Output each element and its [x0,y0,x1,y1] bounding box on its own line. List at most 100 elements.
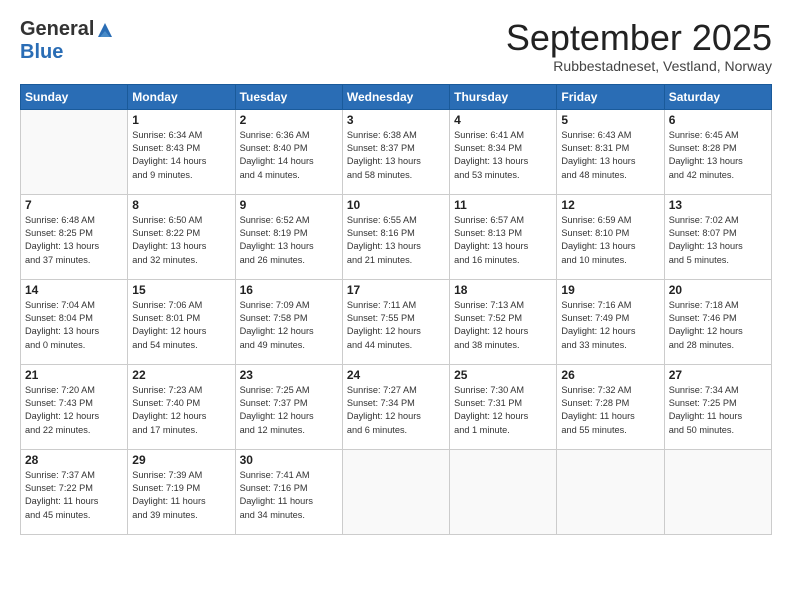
table-row: 30 Sunrise: 7:41 AMSunset: 7:16 PMDayligh… [235,449,342,534]
day-number: 2 [240,113,338,127]
day-info: Sunrise: 6:59 AMSunset: 8:10 PMDaylight:… [561,214,659,267]
day-number: 25 [454,368,552,382]
day-info: Sunrise: 6:38 AMSunset: 8:37 PMDaylight:… [347,129,445,182]
table-row: 3 Sunrise: 6:38 AMSunset: 8:37 PMDaylight… [342,109,449,194]
day-number: 28 [25,453,123,467]
day-number: 26 [561,368,659,382]
day-number: 17 [347,283,445,297]
table-row: 7 Sunrise: 6:48 AMSunset: 8:25 PMDaylight… [21,194,128,279]
table-row: 1 Sunrise: 6:34 AMSunset: 8:43 PMDaylight… [128,109,235,194]
day-info: Sunrise: 7:13 AMSunset: 7:52 PMDaylight:… [454,299,552,352]
table-row: 26 Sunrise: 7:32 AMSunset: 7:28 PMDayligh… [557,364,664,449]
subtitle: Rubbestadneset, Vestland, Norway [506,58,772,74]
page: General Blue September 2025 Rubbestadnes… [0,0,792,612]
table-row: 12 Sunrise: 6:59 AMSunset: 8:10 PMDayligh… [557,194,664,279]
logo-general-text: General [20,18,94,41]
col-friday: Friday [557,84,664,109]
col-saturday: Saturday [664,84,771,109]
day-info: Sunrise: 7:04 AMSunset: 8:04 PMDaylight:… [25,299,123,352]
col-monday: Monday [128,84,235,109]
table-row: 21 Sunrise: 7:20 AMSunset: 7:43 PMDayligh… [21,364,128,449]
day-info: Sunrise: 6:45 AMSunset: 8:28 PMDaylight:… [669,129,767,182]
day-info: Sunrise: 7:06 AMSunset: 8:01 PMDaylight:… [132,299,230,352]
day-info: Sunrise: 7:41 AMSunset: 7:16 PMDaylight:… [240,469,338,522]
day-info: Sunrise: 7:18 AMSunset: 7:46 PMDaylight:… [669,299,767,352]
day-info: Sunrise: 6:48 AMSunset: 8:25 PMDaylight:… [25,214,123,267]
table-row: 25 Sunrise: 7:30 AMSunset: 7:31 PMDayligh… [450,364,557,449]
day-number: 24 [347,368,445,382]
day-info: Sunrise: 7:20 AMSunset: 7:43 PMDaylight:… [25,384,123,437]
table-row: 23 Sunrise: 7:25 AMSunset: 7:37 PMDayligh… [235,364,342,449]
day-number: 8 [132,198,230,212]
table-row [557,449,664,534]
day-info: Sunrise: 6:43 AMSunset: 8:31 PMDaylight:… [561,129,659,182]
table-row: 17 Sunrise: 7:11 AMSunset: 7:55 PMDayligh… [342,279,449,364]
table-row: 16Sunrise: 7:09 AMSunset: 7:58 PMDayligh… [235,279,342,364]
day-number: 22 [132,368,230,382]
month-title: September 2025 [506,18,772,58]
day-number: 1 [132,113,230,127]
table-row: 8 Sunrise: 6:50 AMSunset: 8:22 PMDaylight… [128,194,235,279]
table-row: 5 Sunrise: 6:43 AMSunset: 8:31 PMDaylight… [557,109,664,194]
day-number: 18 [454,283,552,297]
day-number: 29 [132,453,230,467]
day-info: Sunrise: 7:16 AMSunset: 7:49 PMDaylight:… [561,299,659,352]
day-info: Sunrise: 6:41 AMSunset: 8:34 PMDaylight:… [454,129,552,182]
day-info: Sunrise: 6:50 AMSunset: 8:22 PMDaylight:… [132,214,230,267]
day-number: 19 [561,283,659,297]
day-info: Sunrise: 6:55 AMSunset: 8:16 PMDaylight:… [347,214,445,267]
table-row: 2 Sunrise: 6:36 AMSunset: 8:40 PMDaylight… [235,109,342,194]
day-info: Sunrise: 7:27 AMSunset: 7:34 PMDaylight:… [347,384,445,437]
day-number: 14 [25,283,123,297]
day-info: Sunrise: 6:52 AMSunset: 8:19 PMDaylight:… [240,214,338,267]
table-row [664,449,771,534]
day-number: 10 [347,198,445,212]
table-row: 9Sunrise: 6:52 AMSunset: 8:19 PMDaylight… [235,194,342,279]
table-row: 11Sunrise: 6:57 AMSunset: 8:13 PMDayligh… [450,194,557,279]
day-info: Sunrise: 7:34 AMSunset: 7:25 PMDaylight:… [669,384,767,437]
header: General Blue September 2025 Rubbestadnes… [20,18,772,74]
day-number: 30 [240,453,338,467]
day-number: 12 [561,198,659,212]
table-row: 20 Sunrise: 7:18 AMSunset: 7:46 PMDayligh… [664,279,771,364]
day-info: Sunrise: 6:34 AMSunset: 8:43 PMDaylight:… [132,129,230,182]
logo-icon [96,21,114,39]
day-number: 5 [561,113,659,127]
col-wednesday: Wednesday [342,84,449,109]
day-info: Sunrise: 7:25 AMSunset: 7:37 PMDaylight:… [240,384,338,437]
calendar-table: Sunday Monday Tuesday Wednesday Thursday… [20,84,772,535]
day-info: Sunrise: 7:39 AMSunset: 7:19 PMDaylight:… [132,469,230,522]
table-row: 13Sunrise: 7:02 AMSunset: 8:07 PMDayligh… [664,194,771,279]
table-row [450,449,557,534]
col-thursday: Thursday [450,84,557,109]
day-info: Sunrise: 7:11 AMSunset: 7:55 PMDaylight:… [347,299,445,352]
day-number: 6 [669,113,767,127]
day-info: Sunrise: 7:30 AMSunset: 7:31 PMDaylight:… [454,384,552,437]
table-row: 14 Sunrise: 7:04 AMSunset: 8:04 PMDayligh… [21,279,128,364]
day-number: 7 [25,198,123,212]
col-sunday: Sunday [21,84,128,109]
day-number: 11 [454,198,552,212]
day-number: 16 [240,283,338,297]
day-info: Sunrise: 7:32 AMSunset: 7:28 PMDaylight:… [561,384,659,437]
title-block: September 2025 Rubbestadneset, Vestland,… [506,18,772,74]
day-number: 3 [347,113,445,127]
table-row: 4 Sunrise: 6:41 AMSunset: 8:34 PMDaylight… [450,109,557,194]
day-number: 13 [669,198,767,212]
day-number: 21 [25,368,123,382]
day-info: Sunrise: 7:37 AMSunset: 7:22 PMDaylight:… [25,469,123,522]
logo-blue-text: Blue [20,41,63,64]
day-number: 20 [669,283,767,297]
table-row: 22 Sunrise: 7:23 AMSunset: 7:40 PMDayligh… [128,364,235,449]
day-number: 23 [240,368,338,382]
day-info: Sunrise: 7:23 AMSunset: 7:40 PMDaylight:… [132,384,230,437]
table-row: 24 Sunrise: 7:27 AMSunset: 7:34 PMDayligh… [342,364,449,449]
table-row: 18 Sunrise: 7:13 AMSunset: 7:52 PMDayligh… [450,279,557,364]
logo: General Blue [20,18,114,64]
table-row: 27Sunrise: 7:34 AMSunset: 7:25 PMDayligh… [664,364,771,449]
day-info: Sunrise: 6:36 AMSunset: 8:40 PMDaylight:… [240,129,338,182]
table-row: 29 Sunrise: 7:39 AMSunset: 7:19 PMDayligh… [128,449,235,534]
table-row: 28 Sunrise: 7:37 AMSunset: 7:22 PMDayligh… [21,449,128,534]
day-number: 4 [454,113,552,127]
table-row: 10 Sunrise: 6:55 AMSunset: 8:16 PMDayligh… [342,194,449,279]
